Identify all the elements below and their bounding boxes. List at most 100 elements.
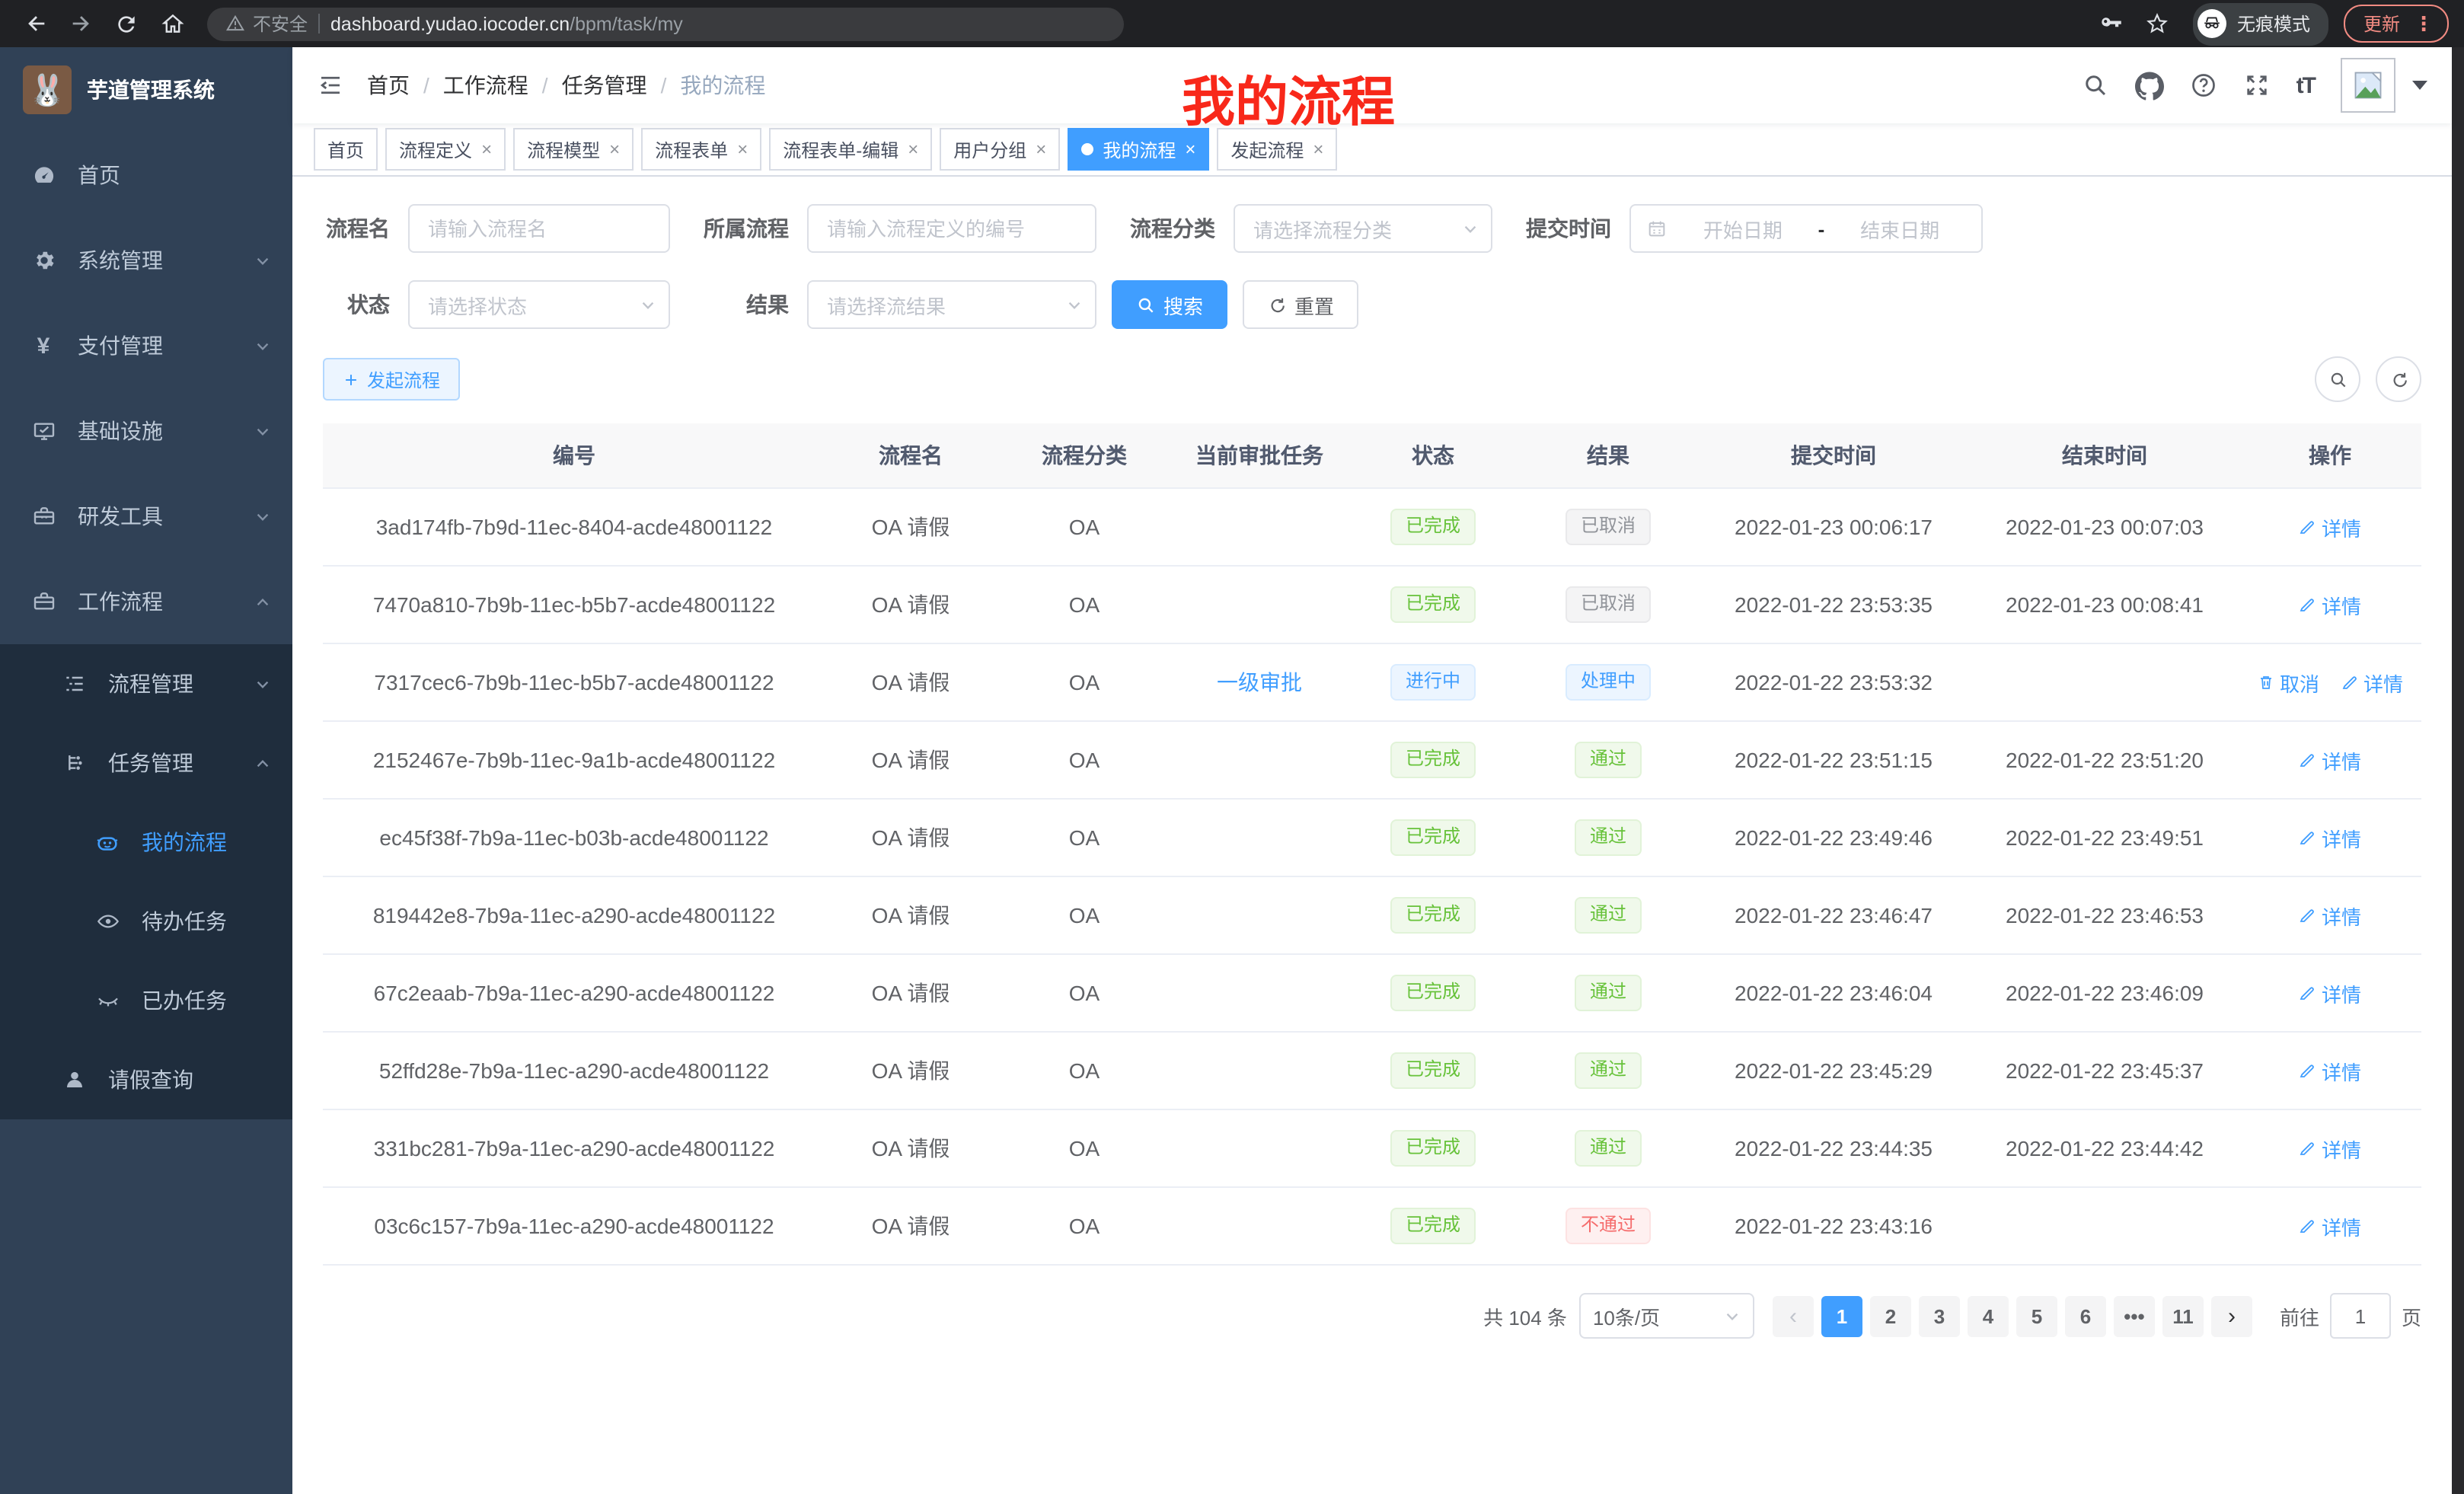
app-logo[interactable]: 🐰 芋道管理系统 (0, 47, 292, 132)
search-icon[interactable] (2082, 72, 2109, 99)
column-header: 流程名 (825, 423, 996, 488)
status-badge: 已完成 (1390, 975, 1476, 1010)
close-icon[interactable]: × (1185, 139, 1195, 160)
result-badge: 已取消 (1566, 509, 1651, 544)
detail-action[interactable]: 详情 (2299, 590, 2361, 619)
bookmark-star-icon[interactable] (2138, 4, 2178, 43)
pager-page-3[interactable]: 3 (1919, 1295, 1960, 1336)
sidebar-item-my-processes[interactable]: 我的流程 (0, 803, 292, 882)
pager-page-11[interactable]: 11 (2162, 1295, 2204, 1336)
sidebar-item-todo-tasks[interactable]: 待办任务 (0, 882, 292, 961)
fullscreen-icon[interactable] (2243, 72, 2271, 99)
avatar[interactable] (2341, 58, 2395, 113)
detail-action[interactable]: 详情 (2299, 1211, 2361, 1240)
actions-cell: 详情 (2239, 1032, 2421, 1109)
tab-user-group[interactable]: 用户分组× (940, 128, 1060, 171)
prev-page-button[interactable]: ‹ (1773, 1295, 1814, 1336)
pager-page-6[interactable]: 6 (2065, 1295, 2106, 1336)
detail-action[interactable]: 详情 (2299, 1056, 2361, 1085)
process-definition-input[interactable] (807, 204, 1096, 253)
sidebar-item-devtools[interactable]: 研发工具 (0, 474, 292, 559)
sidebar-item-infra[interactable]: 基础设施 (0, 388, 292, 474)
tab-process-form-edit[interactable]: 流程表单-编辑× (769, 128, 932, 171)
show-search-icon-button[interactable] (2315, 356, 2360, 402)
start-process-button[interactable]: 发起流程 (323, 358, 460, 401)
detail-action[interactable]: 详情 (2299, 1134, 2361, 1163)
goto-page-input[interactable] (2330, 1293, 2391, 1339)
list-icon (61, 672, 87, 696)
browser-update-button[interactable]: 更新 ⋮ (2344, 5, 2449, 43)
column-header: 结束时间 (1971, 423, 2239, 488)
page-size-select[interactable]: 10条/页 (1579, 1293, 1754, 1339)
filter-label-submit-time: 提交时间 (1526, 213, 1611, 244)
category-select[interactable]: 请选择流程分类 (1234, 204, 1492, 253)
breadcrumb-item[interactable]: 任务管理 (562, 70, 647, 101)
detail-action[interactable]: 详情 (2299, 745, 2361, 774)
close-icon[interactable]: × (481, 139, 492, 160)
github-icon[interactable] (2135, 71, 2164, 100)
pager-page-5[interactable]: 5 (2016, 1295, 2057, 1336)
browser-menu-icon[interactable]: ⋮ (2414, 11, 2434, 36)
status-badge: 已完成 (1390, 586, 1476, 622)
reload-icon[interactable] (107, 4, 146, 43)
close-icon[interactable]: × (1036, 139, 1046, 160)
detail-action[interactable]: 详情 (2341, 668, 2403, 697)
chevron-down-icon[interactable] (2412, 81, 2427, 90)
process-name-input[interactable] (408, 204, 670, 253)
back-icon[interactable] (15, 4, 55, 43)
url-text: dashboard.yudao.iocoder.cn/bpm/task/my (330, 13, 683, 34)
sidebar-item-task-mgmt[interactable]: 任务管理 (0, 723, 292, 803)
pager-ellipsis[interactable]: ••• (2114, 1295, 2155, 1336)
process-category: OA (996, 799, 1173, 876)
detail-action[interactable]: 详情 (2299, 901, 2361, 930)
sidebar-item-process-mgmt[interactable]: 流程管理 (0, 644, 292, 723)
refresh-icon-button[interactable] (2376, 356, 2421, 402)
search-button[interactable]: 搜索 (1112, 280, 1227, 329)
reset-button[interactable]: 重置 (1243, 280, 1358, 329)
security-warning-icon[interactable]: 不安全 (225, 11, 308, 37)
cancel-action[interactable]: 取消 (2257, 668, 2319, 697)
submit-time-range-picker[interactable]: 开始日期 - 结束日期 (1629, 204, 1983, 253)
breadcrumb-item[interactable]: 工作流程 (443, 70, 528, 101)
tab-process-definition[interactable]: 流程定义× (385, 128, 506, 171)
chevron-down-icon (254, 252, 271, 269)
sidebar-item-payment[interactable]: ¥ 支付管理 (0, 303, 292, 388)
detail-action[interactable]: 详情 (2299, 978, 2361, 1007)
password-key-icon[interactable] (2092, 4, 2132, 43)
detail-action[interactable]: 详情 (2299, 512, 2361, 541)
forward-icon[interactable] (61, 4, 101, 43)
process-id: 03c6c157-7b9a-11ec-a290-acde48001122 (323, 1187, 825, 1265)
close-icon[interactable]: × (609, 139, 620, 160)
close-icon[interactable]: × (737, 139, 748, 160)
tab-home[interactable]: 首页 (314, 128, 378, 171)
result-select[interactable]: 请选择流结果 (807, 280, 1096, 329)
home-icon[interactable] (152, 4, 192, 43)
close-icon[interactable]: × (1313, 139, 1323, 160)
tab-process-form[interactable]: 流程表单× (641, 128, 761, 171)
workflow-submenu: 流程管理 任务管理 (0, 644, 292, 1119)
status-select[interactable]: 请选择状态 (408, 280, 670, 329)
tab-process-model[interactable]: 流程模型× (513, 128, 634, 171)
sidebar-item-leave-query[interactable]: 请假查询 (0, 1040, 292, 1119)
briefcase-icon (30, 589, 56, 614)
pager-page-2[interactable]: 2 (1870, 1295, 1911, 1336)
breadcrumb-item[interactable]: 首页 (367, 70, 410, 101)
sidebar-toggle-icon[interactable] (317, 72, 344, 99)
current-task-link[interactable]: 一级审批 (1217, 670, 1302, 694)
sidebar-item-workflow[interactable]: 工作流程 (0, 559, 292, 644)
sidebar-item-system[interactable]: 系统管理 (0, 218, 292, 303)
monitor-icon (30, 419, 56, 443)
result-badge: 通过 (1575, 975, 1642, 1010)
sidebar-item-home[interactable]: 首页 (0, 132, 292, 218)
text-size-icon[interactable]: tT (2296, 72, 2315, 98)
window-scrollbar[interactable] (2452, 47, 2464, 1494)
pager-page-4[interactable]: 4 (1968, 1295, 2009, 1336)
next-page-button[interactable]: › (2211, 1295, 2252, 1336)
end-time: 2022-01-22 23:51:20 (1971, 721, 2239, 799)
detail-action[interactable]: 详情 (2299, 823, 2361, 852)
close-icon[interactable]: × (908, 139, 918, 160)
pager-page-1[interactable]: 1 (1821, 1295, 1862, 1336)
sidebar-item-done-tasks[interactable]: 已办任务 (0, 961, 292, 1040)
address-bar[interactable]: 不安全 dashboard.yudao.iocoder.cn/bpm/task/… (207, 7, 1124, 40)
help-icon[interactable] (2190, 72, 2217, 99)
